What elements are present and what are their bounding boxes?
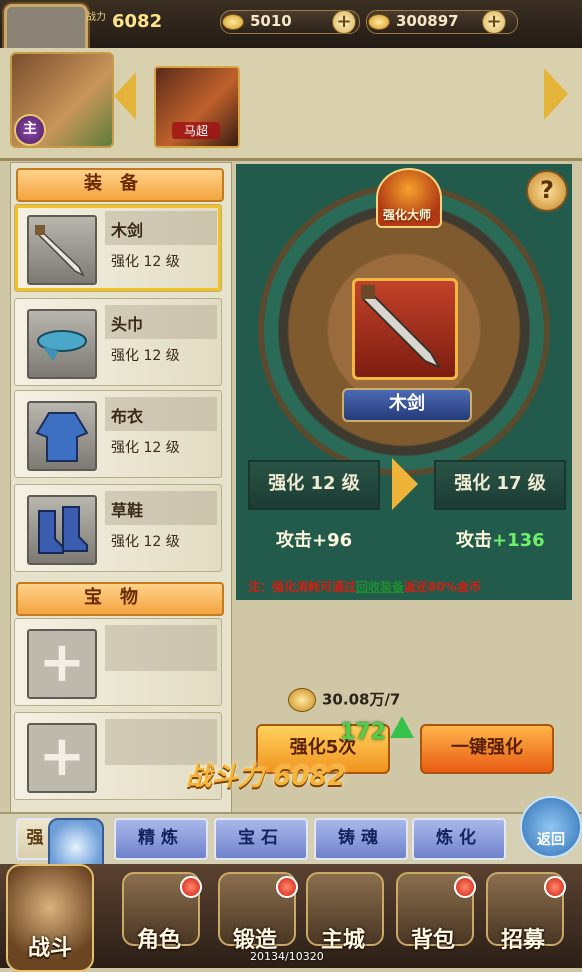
recycle-equipment-link[interactable]: 回收装备 <box>356 580 404 594</box>
exp-progress-text: 20134/10320 <box>250 950 324 963</box>
battle-button[interactable]: 战斗 <box>6 864 94 972</box>
note-suffix: 返还80%金币 <box>404 580 481 594</box>
equip-slot-helmet[interactable]: 头巾 强化 12 级 <box>14 298 222 386</box>
tab-soul-forge[interactable]: 铸魂 <box>314 818 408 860</box>
robe-icon <box>27 401 97 471</box>
item-name: 头巾 <box>111 315 144 334</box>
hero-name-label: 马超 <box>172 122 220 139</box>
power-value: 6082 <box>112 11 163 32</box>
cost-value: 30.08万/7 <box>322 690 401 709</box>
item-level: 强化 12 级 <box>111 440 180 456</box>
gold-value: 5010 <box>250 12 292 30</box>
enhance-note: 注：强化消耗可通过回收装备返还80%金币 <box>248 578 578 595</box>
notification-dot <box>276 876 298 898</box>
current-level-box: 强化 12 级 <box>248 460 380 510</box>
enhance-cost: 30.08万/7 <box>288 688 400 712</box>
battle-label: 战斗 <box>27 936 72 961</box>
attack-label: 攻击 <box>276 530 312 551</box>
nav-label: 背包 <box>410 928 455 953</box>
level-arrow-icon <box>392 458 418 510</box>
boots-icon <box>27 495 97 565</box>
name-bar <box>105 625 217 671</box>
add-treasure-slot: + <box>27 629 97 699</box>
add-treasure-slot: + <box>27 723 97 793</box>
nav-label: 招募 <box>500 928 545 953</box>
coin-icon <box>288 688 316 712</box>
item-name: 木剑 <box>111 221 144 240</box>
notification-dot <box>544 876 566 898</box>
notification-dot <box>454 876 476 898</box>
help-button[interactable]: ? <box>526 170 568 212</box>
plus-icon: + <box>38 724 86 789</box>
gold-ingot-icon <box>222 14 244 30</box>
sword-icon <box>27 215 97 285</box>
tab-refine[interactable]: 精炼 <box>114 818 208 860</box>
note-prefix: 注：强化消耗可通过 <box>248 580 357 594</box>
battle-power-display: 战斗力 6082 <box>186 762 346 792</box>
hero-prev-arrow-icon[interactable] <box>114 72 136 120</box>
enhance-master-label: 强化大师 <box>382 208 431 222</box>
notification-dot <box>180 876 202 898</box>
headband-icon <box>27 309 97 379</box>
item-level: 强化 12 级 <box>111 348 180 364</box>
equipment-header: 装备 <box>16 168 224 202</box>
attack-label: 攻击 <box>456 530 492 551</box>
attack-value: +96 <box>312 530 353 551</box>
item-level: 强化 12 级 <box>111 254 180 270</box>
power-label: 战力 <box>86 12 106 23</box>
item-name: 布衣 <box>111 407 144 426</box>
nav-main-city[interactable]: 主城 <box>306 872 384 960</box>
next-attack: 攻击+136 <box>456 526 545 552</box>
current-attack: 攻击+96 <box>276 526 352 552</box>
add-silver-button[interactable]: + <box>482 10 506 34</box>
treasure-header: 宝物 <box>16 582 224 616</box>
add-gold-button[interactable]: + <box>332 10 356 34</box>
item-name: 草鞋 <box>111 501 144 520</box>
lord-badge: 主 <box>14 114 46 146</box>
equip-slot-boots[interactable]: 草鞋 强化 12 级 <box>14 484 222 572</box>
coin-icon <box>368 14 390 30</box>
silver-value: 300897 <box>396 12 459 30</box>
nav-label: 角色 <box>136 928 181 953</box>
item-level: 强化 12 级 <box>111 534 180 550</box>
equip-slot-armor[interactable]: 布衣 强化 12 级 <box>14 390 222 478</box>
one-key-enhance-button[interactable]: 一键强化 <box>420 724 554 774</box>
tab-gem[interactable]: 宝石 <box>214 818 308 860</box>
treasure-slot-1[interactable]: + <box>14 618 222 706</box>
attack-value: +136 <box>492 530 545 551</box>
hero-next-arrow-icon[interactable] <box>544 68 568 120</box>
tab-smelt[interactable]: 炼化 <box>412 818 506 860</box>
plus-icon: + <box>38 630 86 695</box>
next-level-box: 强化 17 级 <box>434 460 566 510</box>
up-arrow-icon <box>390 716 414 738</box>
weapon-name-plate: 木剑 <box>342 388 472 422</box>
selected-weapon-icon <box>352 278 458 380</box>
return-button[interactable]: 返回 <box>520 796 582 858</box>
equip-slot-weapon[interactable]: 木剑 强化 12 级 <box>14 204 222 292</box>
power-gain-number: 172 <box>340 720 386 745</box>
